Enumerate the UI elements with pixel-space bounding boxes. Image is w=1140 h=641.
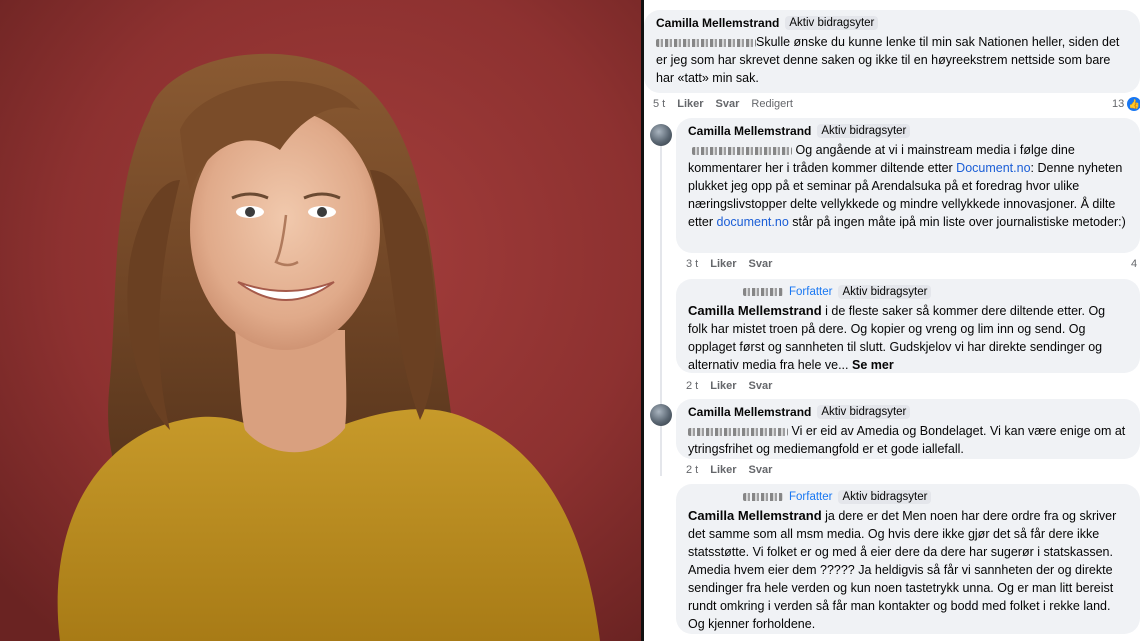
- reaction-summary-1[interactable]: 13 👍: [1112, 97, 1140, 111]
- contributor-badge: Aktiv bidragsyter: [817, 405, 911, 419]
- reaction-count: 13: [1112, 98, 1125, 110]
- thread-line: [660, 146, 662, 476]
- comment-header: Forfatter Aktiv bidragsyter: [688, 285, 1128, 299]
- contributor-badge: Aktiv bidragsyter: [838, 285, 932, 299]
- like-reaction-icon: 👍: [1127, 97, 1140, 111]
- redacted-name: [688, 427, 788, 436]
- author-label: Forfatter: [789, 286, 833, 298]
- reply-button[interactable]: Svar: [716, 98, 740, 110]
- avatar[interactable]: [650, 124, 672, 146]
- see-more-link[interactable]: Se mer: [852, 358, 894, 372]
- avatar[interactable]: [650, 404, 672, 426]
- commenter-name[interactable]: Camilla Mellemstrand: [688, 124, 811, 138]
- comment-actions-1: 5 t Liker Svar Redigert: [653, 98, 793, 110]
- comment-text: Vi er eid av Amedia og Bondelaget. Vi ka…: [688, 422, 1128, 458]
- mention-link[interactable]: Camilla Mellemstrand: [688, 508, 822, 523]
- portrait-illustration: [0, 0, 641, 641]
- comment-time[interactable]: 5 t: [653, 98, 665, 110]
- comment-bubble-4: Camilla Mellemstrand Aktiv bidragsyter V…: [676, 399, 1140, 459]
- comment-time[interactable]: 3 t: [686, 258, 698, 270]
- comment-actions-3: 2 t Liker Svar: [686, 380, 772, 392]
- comment-header: Forfatter Aktiv bidragsyter: [688, 490, 1128, 504]
- comment-header: Camilla Mellemstrand Aktiv bidragsyter: [688, 405, 1128, 419]
- comment-actions-2: 3 t Liker Svar: [686, 258, 772, 270]
- contributor-badge: Aktiv bidragsyter: [838, 490, 932, 504]
- mention-link[interactable]: Camilla Mellemstrand: [688, 303, 822, 318]
- comment-header: Camilla Mellemstrand Aktiv bidragsyter: [688, 124, 1128, 138]
- contributor-badge: Aktiv bidragsyter: [817, 124, 911, 138]
- reaction-summary-2[interactable]: 4: [1131, 258, 1137, 270]
- like-button[interactable]: Liker: [710, 464, 736, 476]
- comment-actions-4: 2 t Liker Svar: [686, 464, 772, 476]
- reaction-count: 4: [1131, 258, 1138, 270]
- portrait-photo: [0, 0, 641, 641]
- comment-time[interactable]: 2 t: [686, 380, 698, 392]
- reply-button[interactable]: Svar: [749, 464, 773, 476]
- redacted-author-name: [743, 493, 783, 501]
- comment-time[interactable]: 2 t: [686, 464, 698, 476]
- edited-label: Redigert: [751, 98, 793, 110]
- like-button[interactable]: Liker: [677, 98, 703, 110]
- comment-bubble-2: Camilla Mellemstrand Aktiv bidragsyter O…: [676, 118, 1140, 253]
- comment-header: Camilla Mellemstrand Aktiv bidragsyter: [656, 16, 1128, 30]
- like-button[interactable]: Liker: [710, 380, 736, 392]
- author-label: Forfatter: [789, 491, 833, 503]
- comment-bubble-1: Camilla Mellemstrand Aktiv bidragsyter S…: [644, 10, 1140, 93]
- comment-text: Og angående at vi i mainstream media i f…: [688, 141, 1128, 231]
- document-link-2[interactable]: document.no: [717, 215, 789, 229]
- comment-thread: Camilla Mellemstrand Aktiv bidragsyter S…: [644, 0, 1140, 641]
- redacted-author-name: [743, 288, 783, 296]
- reply-button[interactable]: Svar: [749, 380, 773, 392]
- like-button[interactable]: Liker: [710, 258, 736, 270]
- comment-body-part-3: står på ingen måte ipå min liste over jo…: [788, 215, 1126, 229]
- comment-text: Camilla Mellemstrand ja dere er det Men …: [688, 507, 1128, 633]
- redacted-name: [692, 146, 792, 155]
- comment-body: ja dere er det Men noen har dere ordre f…: [688, 509, 1117, 631]
- document-link[interactable]: Document.no: [956, 161, 1030, 175]
- reply-button[interactable]: Svar: [749, 258, 773, 270]
- comment-bubble-3: Forfatter Aktiv bidragsyter Camilla Mell…: [676, 279, 1140, 373]
- commenter-name[interactable]: Camilla Mellemstrand: [688, 405, 811, 419]
- redacted-name: [656, 38, 756, 47]
- comment-text: Camilla Mellemstrand i de fleste saker s…: [688, 302, 1128, 374]
- comment-text: Skulle ønske du kunne lenke til min sak …: [656, 33, 1128, 87]
- contributor-badge: Aktiv bidragsyter: [785, 16, 879, 30]
- commenter-name[interactable]: Camilla Mellemstrand: [656, 16, 779, 30]
- comment-bubble-5: Forfatter Aktiv bidragsyter Camilla Mell…: [676, 484, 1140, 634]
